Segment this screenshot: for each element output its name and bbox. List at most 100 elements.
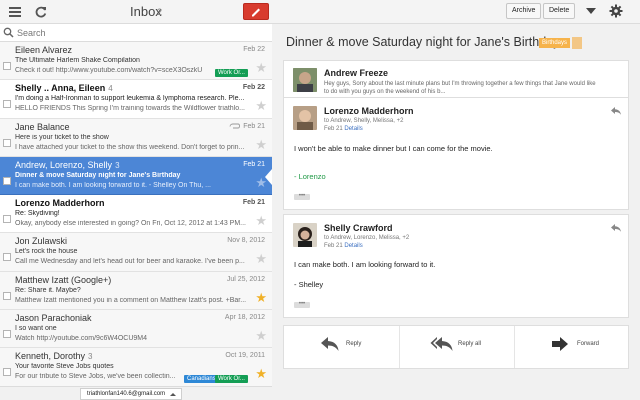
star-icon[interactable]: ★	[255, 61, 267, 74]
message-sender: Andrew Freeze	[324, 68, 389, 78]
more-icon[interactable]	[586, 8, 596, 14]
thread-sender: Lorenzo Madderhorn	[15, 198, 105, 209]
reply-all-icon	[430, 337, 453, 351]
thread-snippet: Matthew Izatt mentioned you in a comment…	[15, 296, 247, 304]
thread-snippet: HELLO FRIENDS This Spring I'm training t…	[15, 105, 245, 113]
refresh-icon[interactable]	[34, 5, 48, 19]
thread-subject: Here is your ticket to the show	[15, 133, 109, 141]
thread-checkbox[interactable]	[3, 253, 11, 262]
thread-checkbox[interactable]	[3, 138, 11, 147]
reply-icon	[321, 337, 339, 351]
thread-checkbox[interactable]	[3, 176, 11, 185]
thread-checkbox[interactable]	[3, 291, 11, 300]
thread-date: Nov 8, 2012	[227, 237, 265, 245]
thread-row[interactable]: Jason Parachoniak Apr 18, 2012 I so want…	[0, 310, 272, 349]
thread-subject: I so want one	[15, 325, 57, 333]
thread-checkbox[interactable]	[3, 368, 11, 377]
message-body: I can make both. I am looking forward to…	[294, 260, 436, 269]
compose-button[interactable]	[243, 3, 269, 20]
conversation-label[interactable]: Birthdays	[539, 38, 571, 48]
star-icon[interactable]: ★	[255, 329, 267, 342]
thread-row[interactable]: Kenneth, Dorothy 3 Oct 19, 2011 Your favo…	[0, 348, 272, 386]
thread-list-pane: Inbox 2 Eileen Alvarez Feb 22 The Ultima…	[0, 0, 272, 400]
message-recipients: to Andrew, Lorenzo, Melissa, +2	[324, 235, 410, 241]
avatar	[293, 223, 317, 247]
thread-date: Feb 21	[242, 199, 265, 207]
star-icon[interactable]: ★	[255, 252, 267, 265]
thread-row-selected[interactable]: Andrew, Lorenzo, Shelly 3 Feb 21 Dinner &…	[0, 156, 272, 196]
thread-snippet: I have attached your ticket to the show …	[15, 143, 245, 151]
message-sender: Shelly Crawford	[324, 223, 393, 233]
search-bar	[0, 24, 272, 42]
thread-snippet: Watch http://youtube.com/9c6W4OCU9M4	[15, 335, 148, 343]
reply-all-button[interactable]: Reply all	[399, 326, 514, 368]
thread-count: 4	[108, 84, 113, 94]
thread-checkbox[interactable]	[3, 215, 11, 224]
label-chip: Work Or...	[215, 69, 248, 77]
thread-sender: Andrew, Lorenzo, Shelly 3	[15, 159, 120, 170]
star-icon[interactable]: ★	[255, 138, 267, 151]
thread-subject: Let's rock the house	[15, 248, 78, 256]
thread-snippet: For our tribute to Steve Jobs, we've bee…	[15, 373, 176, 381]
thread-list: Eileen Alvarez Feb 22 The Ultimate Harle…	[0, 42, 272, 386]
message-recipients: to Andrew, Shelly, Melissa, +2	[324, 118, 404, 124]
message-date-details: Feb 21 Details	[324, 126, 363, 132]
thread-subject: The Ultimate Harlem Shake Compilation	[15, 57, 140, 64]
message-collapsed[interactable]: Andrew Freeze Hey guys, Sorry about the …	[283, 60, 629, 98]
thread-row[interactable]: Shelly .. Anna, Eileen 4 Feb 22 I'm doing…	[0, 80, 272, 119]
avatar	[293, 106, 317, 130]
show-quoted-button[interactable]: •••	[294, 193, 310, 200]
details-link[interactable]: Details	[344, 126, 362, 132]
show-quoted-button[interactable]: •••	[294, 301, 310, 308]
selection-arrow	[265, 168, 272, 185]
thread-sender: Jason Parachoniak	[15, 313, 92, 324]
thread-row[interactable]: Eileen Alvarez Feb 22 The Ultimate Harle…	[0, 42, 272, 81]
reply-icon[interactable]	[610, 106, 622, 116]
search-input[interactable]	[17, 25, 257, 40]
message-signature: - Lorenzo	[294, 172, 326, 181]
label-chip: Canadians	[184, 375, 219, 384]
message-signature: - Shelley	[294, 280, 324, 289]
thread-row[interactable]: Jon Zulawski Nov 8, 2012 Let's rock the …	[0, 233, 272, 272]
forward-icon	[552, 337, 568, 351]
delete-button[interactable]: Delete	[543, 3, 576, 19]
forward-button[interactable]: Forward	[514, 326, 629, 368]
thread-checkbox[interactable]	[3, 62, 11, 70]
thread-checkbox[interactable]	[3, 100, 11, 109]
menu-icon[interactable]	[9, 7, 21, 17]
thread-date: Feb 22	[242, 84, 265, 92]
attachment-icon	[229, 123, 240, 129]
thread-sender: Jane Balance	[15, 121, 70, 132]
thread-subject: Re: Skydiving!	[15, 210, 60, 218]
thread-sender: Matthew Izatt (Google+)	[15, 274, 112, 285]
thread-subject: Your favorite Steve Jobs quotes	[15, 363, 114, 371]
thread-subject: Re: Share it. Maybe?	[15, 286, 81, 294]
thread-sender: Jon Zulawski	[15, 236, 68, 247]
thread-row[interactable]: Lorenzo Madderhorn Feb 21 Re: Skydiving!…	[0, 195, 272, 234]
details-link[interactable]: Details	[344, 243, 362, 249]
thread-date: Feb 22	[243, 46, 265, 53]
thread-date: Jul 25, 2012	[226, 275, 265, 283]
thread-checkbox[interactable]	[3, 330, 11, 339]
star-icon[interactable]: ★	[255, 367, 267, 380]
archive-button[interactable]: Archive	[506, 3, 542, 19]
thread-snippet: Call me Wednesday and let's head out for…	[15, 258, 245, 266]
gear-icon[interactable]	[609, 4, 623, 18]
star-icon[interactable]: ★	[255, 99, 267, 112]
account-switcher[interactable]: triathlonfan140.6@gmail.com	[80, 388, 183, 400]
star-icon[interactable]: ★	[255, 214, 267, 227]
message-preview: to do with you guys on the weekend of hi…	[324, 89, 446, 95]
thread-snippet: Okay, anybody else interested in going? …	[15, 220, 246, 228]
thread-date: Oct 19, 2011	[225, 352, 265, 360]
star-icon[interactable]: ★	[255, 291, 267, 304]
thread-sender: Kenneth, Dorothy 3	[15, 351, 93, 362]
list-toolbar: Inbox 2	[0, 0, 272, 24]
search-icon	[3, 27, 14, 38]
thread-row[interactable]: Matthew Izatt (Google+) Jul 25, 2012 Re:…	[0, 271, 272, 311]
message-body: I won't be able to make dinner but I can…	[294, 144, 493, 153]
reply-icon[interactable]	[610, 223, 622, 233]
reply-button[interactable]: Reply	[284, 326, 399, 368]
message-date-details: Feb 21 Details	[324, 243, 363, 249]
thread-row[interactable]: Jane Balance Feb 21 Here is your ticket …	[0, 118, 272, 157]
unread-count: 2	[157, 7, 163, 17]
